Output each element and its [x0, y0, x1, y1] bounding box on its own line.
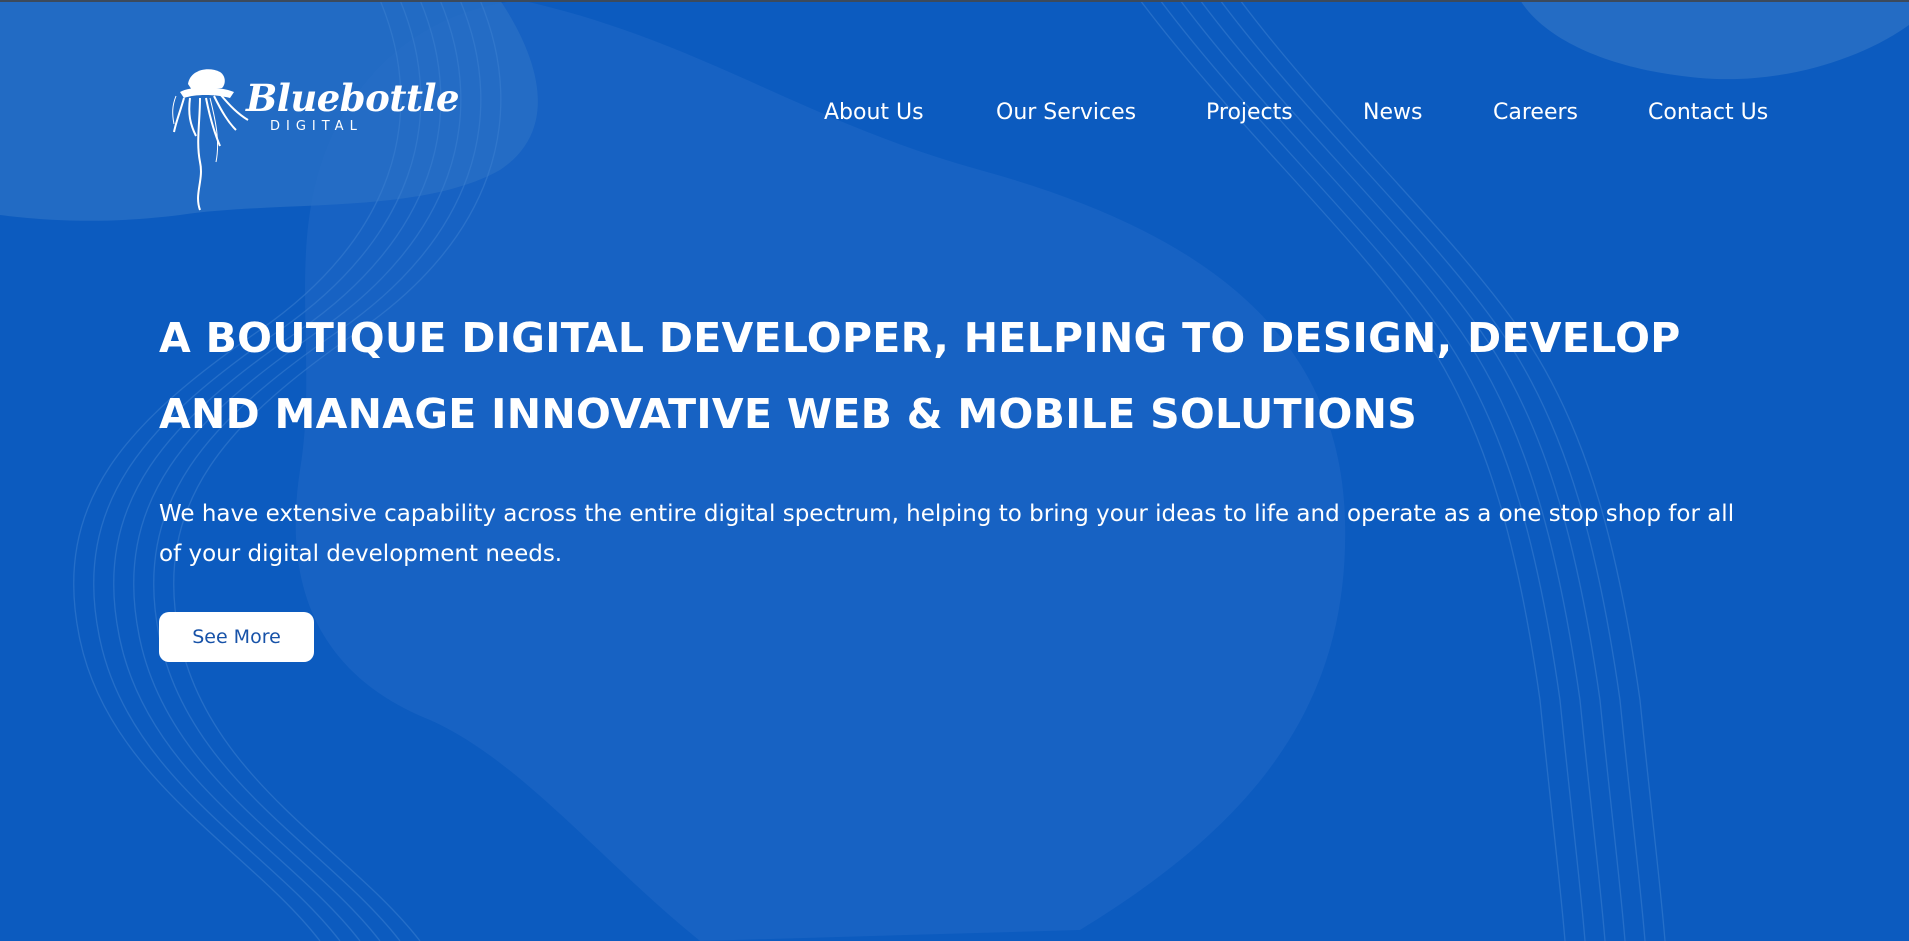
main-nav: About Us Our Services Projects News Care…	[0, 98, 1909, 128]
brand-logo[interactable]: Bluebottle DIGITAL	[170, 62, 460, 222]
nav-item-news[interactable]: News	[1363, 98, 1422, 128]
hero-section: A BOUTIQUE DIGITAL DEVELOPER, HELPING TO…	[159, 300, 1779, 662]
hero-title: A BOUTIQUE DIGITAL DEVELOPER, HELPING TO…	[159, 314, 1681, 438]
nav-item-careers[interactable]: Careers	[1493, 98, 1578, 128]
top-border	[0, 0, 1909, 2]
nav-item-about-us[interactable]: About Us	[824, 98, 924, 128]
hero-description: We have extensive capability across the …	[159, 501, 1735, 567]
nav-item-projects[interactable]: Projects	[1206, 98, 1293, 128]
nav-item-contact-us[interactable]: Contact Us	[1648, 98, 1768, 128]
hero-page: Bluebottle DIGITAL About Us Our Services…	[0, 0, 1909, 941]
nav-item-our-services[interactable]: Our Services	[996, 98, 1136, 128]
see-more-button[interactable]: See More	[159, 612, 314, 662]
